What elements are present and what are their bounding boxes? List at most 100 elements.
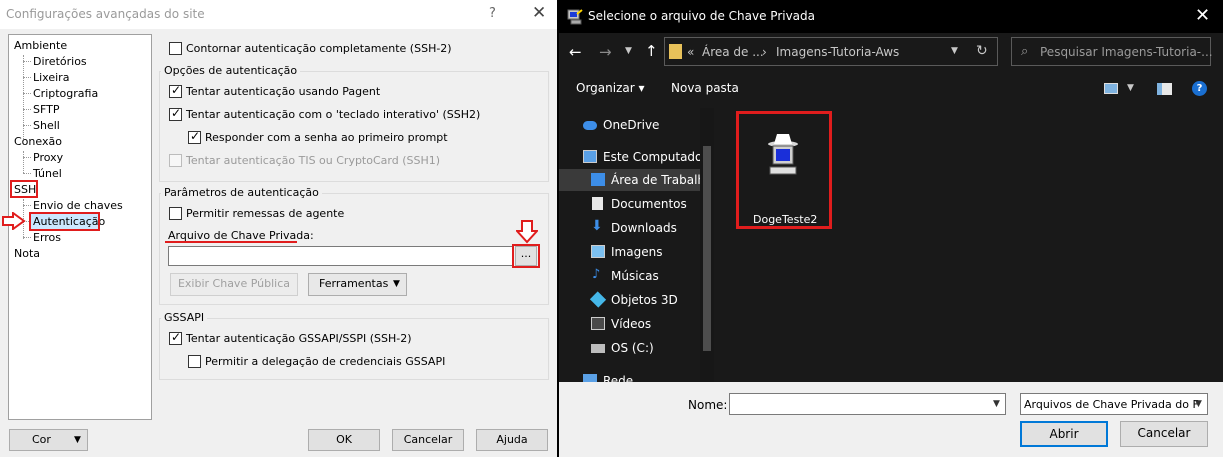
tis-checkbox[interactable] xyxy=(169,154,182,167)
help-button[interactable]: Ajuda xyxy=(476,429,548,451)
nav-item-musicas[interactable]: ♪ Músicas xyxy=(559,265,700,287)
cube-icon xyxy=(589,291,607,308)
chevron-down-icon[interactable]: ▼ xyxy=(1195,399,1202,409)
pageant-label: Tentar autenticação usando Pagent xyxy=(186,85,381,98)
tree-item-ambiente[interactable]: Ambiente xyxy=(14,39,67,52)
gssapi-title: GSSAPI xyxy=(161,311,208,324)
first-prompt-checkbox[interactable] xyxy=(188,129,201,144)
help-icon[interactable]: ? xyxy=(489,6,496,21)
tree-item-envio-de-chaves[interactable]: Envio de chaves xyxy=(33,199,123,212)
gssapi-label: Tentar autenticação GSSAPI/SSPI (SSH-2) xyxy=(186,332,412,345)
folder-icon xyxy=(669,44,682,59)
nav-item-imagens[interactable]: Imagens xyxy=(559,241,700,263)
navigation-pane: OneDrive Este Computador Área de Trabalh… xyxy=(559,108,714,382)
organize-button[interactable]: Organizar ▾ xyxy=(576,81,645,95)
tree-item-criptografia[interactable]: Criptografia xyxy=(33,87,98,100)
browse-highlight-box xyxy=(512,244,540,268)
auth-params-title: Parâmetros de autenticação xyxy=(161,186,322,199)
scrollbar-thumb[interactable] xyxy=(703,146,711,351)
breadcrumb-current[interactable]: Imagens-Tutoria-Aws xyxy=(776,45,899,59)
nav-item-os-c[interactable]: OS (C:) xyxy=(559,337,700,359)
computer-icon xyxy=(583,150,597,163)
tree-item-conexao[interactable]: Conexão xyxy=(14,135,62,148)
file-type-value: Arquivos de Chave Privada do F xyxy=(1024,398,1199,411)
tree-item-shell[interactable]: Shell xyxy=(33,119,60,132)
search-icon: ⌕ xyxy=(1021,44,1029,59)
private-key-input[interactable] xyxy=(168,246,513,266)
close-icon[interactable]: ✕ xyxy=(532,3,546,23)
gssapi-delegate-label: Permitir a delegação de credenciais GSSA… xyxy=(205,355,446,368)
desktop-icon xyxy=(591,173,605,186)
search-placeholder: Pesquisar Imagens-Tutoria-... xyxy=(1040,45,1213,59)
video-icon xyxy=(591,317,605,330)
tree-item-erros[interactable]: Erros xyxy=(33,231,61,244)
file-picker-dialog: Selecione o arquivo de Chave Privada ✕ ←… xyxy=(559,0,1223,457)
arrow-right-icon xyxy=(2,212,26,230)
nav-item-documentos[interactable]: Documentos xyxy=(559,193,700,215)
tree-item-proxy[interactable]: Proxy xyxy=(33,151,63,164)
address-dropdown-icon[interactable]: ▼ xyxy=(951,46,958,56)
tree-item-lixeira[interactable]: Lixeira xyxy=(33,71,69,84)
view-dropdown-icon[interactable]: ▼ xyxy=(1127,83,1134,93)
nav-item-downloads[interactable]: ⬇ Downloads xyxy=(559,217,700,239)
file-name-input[interactable]: ▼ xyxy=(729,393,1006,415)
bypass-auth-label: Contornar autenticação completamente (SS… xyxy=(186,42,452,55)
tools-label: Ferramentas xyxy=(319,277,389,290)
image-icon xyxy=(591,245,605,258)
tree-item-diretorios[interactable]: Diretórios xyxy=(33,55,87,68)
address-bar[interactable]: « Área de ... › Imagens-Tutoria-Aws ▼ ↻ xyxy=(664,37,998,66)
private-key-underline xyxy=(165,241,297,243)
show-public-key-button[interactable]: Exibir Chave Pública xyxy=(170,273,298,296)
navigation-row: ← → ▼ ↑ « Área de ... › Imagens-Tutoria-… xyxy=(559,33,1223,71)
file-type-filter[interactable]: Arquivos de Chave Privada do F ▼ xyxy=(1020,393,1208,415)
view-options-icon[interactable] xyxy=(1104,83,1118,94)
bypass-auth-checkbox[interactable] xyxy=(169,42,182,55)
nav-item-objetos-3d[interactable]: Objetos 3D xyxy=(559,289,700,311)
auth-options-title: Opções de autenticação xyxy=(161,64,301,77)
tree-item-sftp[interactable]: SFTP xyxy=(33,103,59,116)
nav-item-videos[interactable]: Vídeos xyxy=(559,313,700,335)
close-icon[interactable]: ✕ xyxy=(1195,5,1210,26)
up-arrow-icon[interactable]: ↑ xyxy=(645,42,658,60)
breadcrumb-area-de[interactable]: Área de ... xyxy=(702,45,764,59)
cancel-button[interactable]: Cancelar xyxy=(392,429,464,451)
color-label: Cor xyxy=(32,433,51,446)
file-list: DogeTeste2 xyxy=(717,108,1223,382)
forward-arrow-icon[interactable]: → xyxy=(599,43,612,61)
drive-icon xyxy=(591,344,605,353)
gssapi-delegate-checkbox[interactable] xyxy=(188,355,201,368)
music-icon: ♪ xyxy=(592,267,601,282)
putty-icon xyxy=(567,9,583,25)
nav-item-este-computador[interactable]: Este Computador xyxy=(559,146,707,168)
new-folder-button[interactable]: Nova pasta xyxy=(671,81,739,95)
color-dropdown[interactable]: Cor ▼ xyxy=(9,429,88,451)
name-label: Nome: xyxy=(688,398,728,412)
open-button[interactable]: Abrir xyxy=(1020,421,1108,447)
tree-item-nota[interactable]: Nota xyxy=(14,247,40,260)
recent-chevron-icon[interactable]: ▼ xyxy=(625,46,632,56)
search-box[interactable]: ⌕ Pesquisar Imagens-Tutoria-... xyxy=(1011,37,1213,66)
tis-label: Tentar autenticação TIS ou CryptoCard (S… xyxy=(186,154,441,167)
address-prefix: « xyxy=(687,45,695,59)
back-arrow-icon[interactable]: ← xyxy=(569,43,582,61)
tree-item-tunel[interactable]: Túnel xyxy=(33,167,62,180)
ok-button[interactable]: OK xyxy=(308,429,380,451)
preview-pane-icon[interactable] xyxy=(1157,83,1172,95)
document-icon xyxy=(592,197,603,210)
chevron-down-icon[interactable]: ▼ xyxy=(993,399,1000,409)
nav-item-area-de-trabalho[interactable]: Área de Trabalho xyxy=(559,169,712,191)
keyboard-interactive-checkbox[interactable] xyxy=(169,106,182,121)
first-prompt-label: Responder com a senha ao primeiro prompt xyxy=(205,131,448,144)
nav-scrollbar[interactable] xyxy=(700,108,714,382)
refresh-icon[interactable]: ↻ xyxy=(976,43,988,59)
agent-forward-checkbox[interactable] xyxy=(169,207,182,220)
nav-item-onedrive[interactable]: OneDrive xyxy=(559,114,700,136)
cancel-button[interactable]: Cancelar xyxy=(1120,421,1208,447)
pageant-checkbox[interactable] xyxy=(169,83,182,98)
nav-item-rede[interactable]: Rede xyxy=(559,370,700,382)
help-icon[interactable]: ? xyxy=(1192,81,1207,96)
toolbar: Organizar ▾ Nova pasta ▼ ? xyxy=(559,71,1223,107)
gssapi-checkbox[interactable] xyxy=(169,330,182,345)
tools-dropdown[interactable]: Ferramentas ▼ xyxy=(308,273,407,296)
title-bar: Configurações avançadas do site ? ✕ xyxy=(0,0,557,29)
